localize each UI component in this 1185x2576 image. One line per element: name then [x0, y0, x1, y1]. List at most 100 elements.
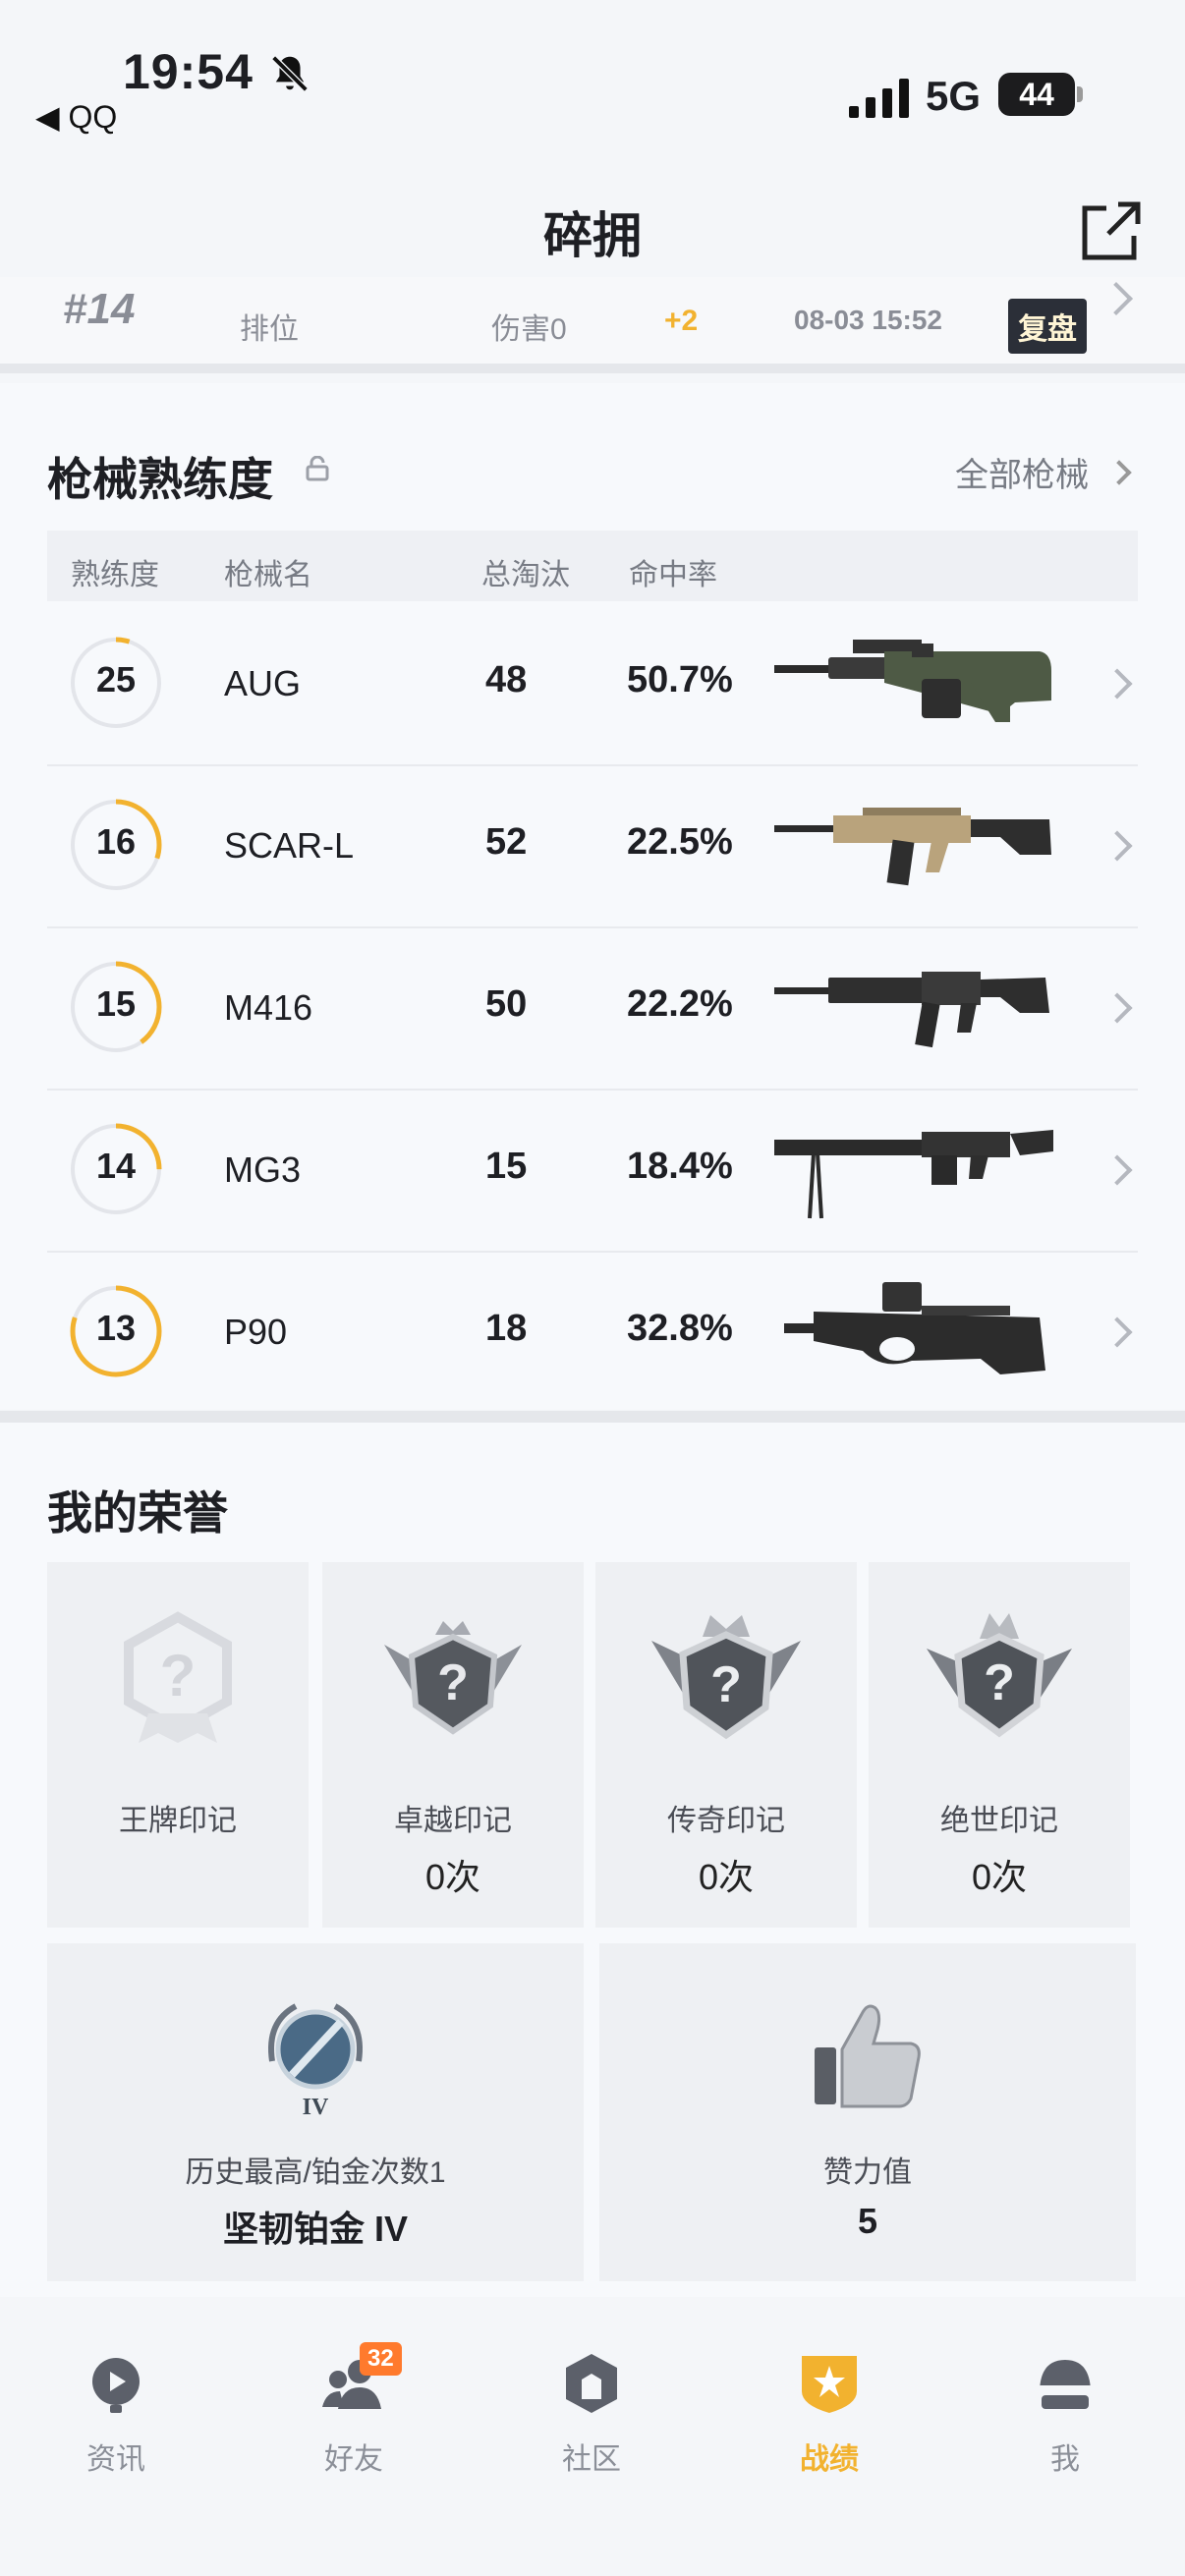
- honors-section: 我的荣誉 ? 王牌印记 ? 卓越印记 0次 ? 传奇印记 0次 ? 绝世印记 0…: [0, 1423, 1185, 2297]
- tab-label: 我: [1050, 2443, 1080, 2476]
- badge-card-legend[interactable]: ? 传奇印记 0次: [595, 1562, 857, 1928]
- weapon-row[interactable]: 14 MG3 15 18.4%: [47, 1091, 1138, 1253]
- chevron-right-icon: [1101, 830, 1133, 862]
- legend-mark-icon: ?: [651, 1615, 801, 1740]
- weapon-name: AUG: [224, 663, 302, 703]
- column-accuracy: 命中率: [629, 559, 717, 591]
- last-match-row[interactable]: #14 排位 伤害0 +2 08-03 15:52 复盘: [0, 277, 1185, 373]
- badge-name: 绝世印记: [940, 1805, 1058, 1837]
- mastery-level: 14: [95, 1146, 137, 1186]
- back-to-qq-link[interactable]: ◀ QQ: [35, 98, 117, 136]
- weapon-accuracy: 22.5%: [627, 821, 733, 863]
- column-total-kills: 总淘汰: [481, 559, 570, 591]
- badge-card-excellence[interactable]: ? 卓越印记 0次: [322, 1562, 584, 1928]
- community-icon: [566, 2354, 617, 2413]
- match-score-delta: +2: [664, 305, 699, 337]
- chevron-right-icon: [1106, 460, 1132, 485]
- match-damage: 伤害0: [491, 313, 567, 346]
- likes-label: 赞力值: [823, 2156, 912, 2189]
- tab-label: 社区: [562, 2443, 621, 2476]
- weapon-row[interactable]: 13 P90 18 32.8%: [47, 1253, 1138, 1415]
- badge-count: 0次: [424, 1857, 481, 1897]
- status-time: 19:54: [123, 44, 254, 99]
- weapon-row[interactable]: 15 M416 50 22.2%: [47, 928, 1138, 1091]
- weapon-row[interactable]: 16 SCAR-L 52 22.5%: [47, 766, 1138, 928]
- weapon-name: SCAR-L: [224, 825, 355, 866]
- record-icon: [802, 2356, 857, 2413]
- m416-rifle-icon: [774, 972, 1049, 1048]
- aug-rifle-icon: [774, 640, 1051, 722]
- weapon-kills: 50: [485, 983, 528, 1025]
- section-title: 枪械熟练度: [47, 454, 273, 505]
- chevron-right-icon: [1101, 668, 1133, 700]
- signal-icon: [849, 79, 909, 118]
- bottom-tab-bar: 资讯 32 好友 社区 战绩 我: [0, 2299, 1185, 2576]
- badge-name: 传奇印记: [667, 1805, 785, 1837]
- peerless-mark-icon: ?: [927, 1613, 1072, 1738]
- all-weapons-link[interactable]: 全部枪械: [955, 448, 1089, 496]
- bell-muted-icon: [271, 55, 309, 92]
- weapon-kills: 52: [485, 821, 528, 863]
- badge-card-peerless[interactable]: ? 绝世印记 0次: [869, 1562, 1130, 1928]
- weapon-accuracy: 50.7%: [627, 659, 733, 700]
- mastery-level: 25: [95, 659, 137, 700]
- likes-value: 5: [857, 2201, 878, 2241]
- weapon-table-header: 熟练度 枪械名 总淘汰 命中率: [47, 531, 1138, 601]
- match-time: 08-03 15:52: [794, 305, 943, 335]
- weapon-name: M416: [224, 987, 313, 1028]
- network-label: 5G: [926, 73, 982, 119]
- weapon-accuracy: 32.8%: [627, 1308, 733, 1349]
- mastery-level: 13: [95, 1308, 137, 1348]
- svg-text:?: ?: [437, 1654, 469, 1711]
- p90-smg-icon: [784, 1282, 1045, 1374]
- section-title: 我的荣誉: [47, 1487, 228, 1539]
- tab-me[interactable]: 我: [987, 2350, 1144, 2488]
- weapon-name: P90: [224, 1312, 288, 1352]
- tab-community[interactable]: 社区: [513, 2350, 670, 2488]
- tab-friends[interactable]: 32 好友: [275, 2342, 432, 2488]
- tab-label: 资讯: [86, 2443, 145, 2476]
- tab-record[interactable]: 战绩: [751, 2350, 908, 2488]
- chevron-right-icon: [1101, 992, 1133, 1024]
- platinum-rank-icon: IV: [268, 2003, 363, 2120]
- chevron-right-icon: [1101, 1154, 1133, 1186]
- match-mode: 排位: [240, 313, 299, 346]
- svg-text:IV: IV: [303, 2095, 329, 2120]
- status-bar: 19:54 ◀ QQ 5G 44: [0, 0, 1185, 147]
- battery-icon: 44: [998, 73, 1075, 116]
- highest-rank-card[interactable]: IV 历史最高/铂金次数1 坚韧铂金 IV: [47, 1943, 584, 2281]
- badge-count: 0次: [698, 1857, 755, 1897]
- svg-text:?: ?: [160, 1643, 197, 1708]
- ace-mark-icon: ?: [124, 1611, 232, 1743]
- likes-card[interactable]: 赞力值 5: [599, 1943, 1136, 2281]
- weapon-row[interactable]: 25 AUG 48 50.7%: [47, 604, 1138, 766]
- mastery-level: 15: [95, 983, 137, 1024]
- lock-icon[interactable]: [305, 456, 330, 481]
- thumbs-up-icon: [815, 2004, 921, 2108]
- weapon-accuracy: 18.4%: [627, 1146, 733, 1187]
- weapon-accuracy: 22.2%: [627, 983, 733, 1025]
- badge-name: 卓越印记: [394, 1805, 512, 1837]
- column-mastery: 熟练度: [71, 559, 159, 591]
- svg-text:?: ?: [710, 1656, 742, 1713]
- weapon-kills: 18: [485, 1308, 528, 1349]
- weapon-name: MG3: [224, 1149, 302, 1190]
- excellence-mark-icon: ?: [384, 1621, 522, 1735]
- mastery-level: 16: [95, 821, 137, 862]
- tab-label: 好友: [324, 2443, 383, 2476]
- tab-news[interactable]: 资讯: [37, 2350, 195, 2488]
- badge-count: 0次: [971, 1857, 1028, 1897]
- match-rank: #14: [63, 285, 136, 333]
- page-title: 碎拥: [543, 208, 642, 263]
- weapon-kills: 48: [485, 659, 528, 700]
- weapon-kills: 15: [485, 1146, 528, 1187]
- friends-count-badge: 32: [360, 2342, 402, 2376]
- section-divider: [0, 1411, 1185, 1423]
- news-icon: [92, 2358, 140, 2413]
- highest-rank-label: 历史最高/铂金次数1: [185, 2156, 446, 2189]
- mg3-machine-gun-icon: [774, 1130, 1053, 1219]
- share-icon[interactable]: [1079, 198, 1144, 263]
- review-button[interactable]: 复盘: [1008, 299, 1087, 354]
- badge-card-ace[interactable]: ? 王牌印记: [47, 1562, 309, 1928]
- column-weapon-name: 枪械名: [224, 559, 312, 591]
